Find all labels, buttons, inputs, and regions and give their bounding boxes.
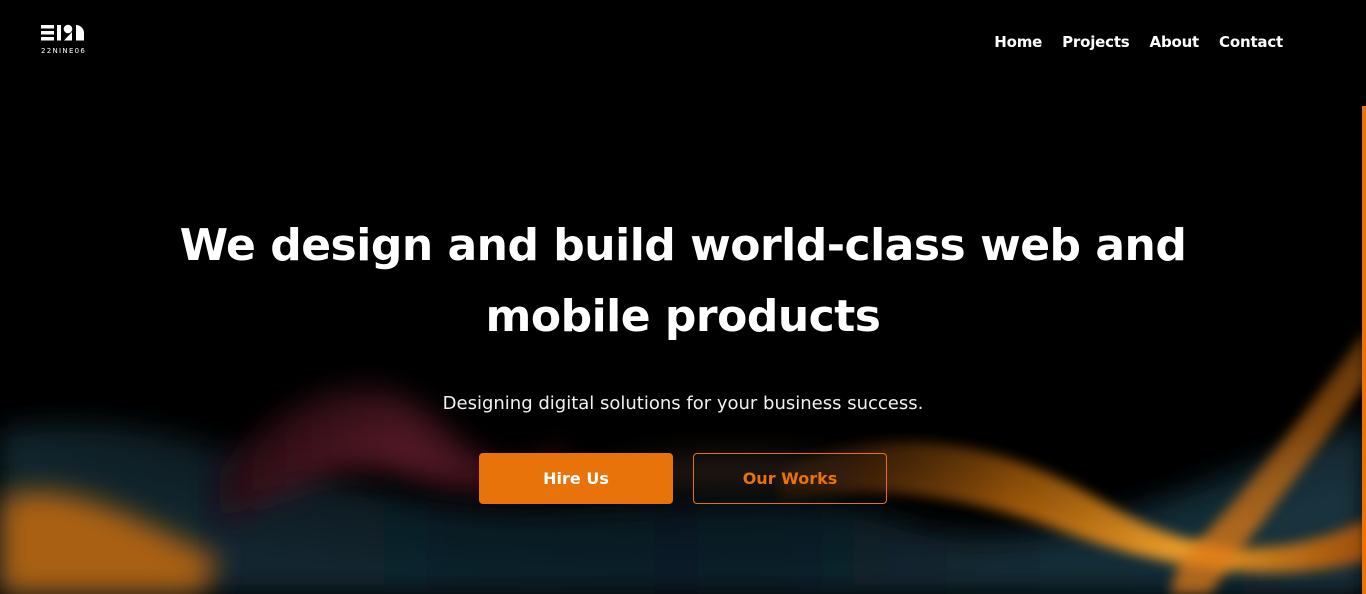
hero-headline: We design and build world-class web and m… bbox=[133, 210, 1233, 352]
hero-headline-line-1: We design and build world-class web and bbox=[179, 220, 1187, 271]
hero-section: We design and build world-class web and m… bbox=[0, 210, 1366, 504]
brand-logo[interactable]: 22NINE06 bbox=[40, 22, 92, 58]
hero-subheadline: Designing digital solutions for your bus… bbox=[442, 393, 924, 414]
nav-link-contact[interactable]: Contact bbox=[1219, 33, 1283, 51]
hire-us-button[interactable]: Hire Us bbox=[479, 453, 673, 504]
nav-link-projects[interactable]: Projects bbox=[1062, 33, 1130, 51]
logo-mark-icon bbox=[41, 24, 84, 41]
main-navigation: Home Projects About Contact bbox=[994, 33, 1283, 51]
hero-cta-row: Hire Us Our Works bbox=[0, 453, 1366, 504]
logo-wordmark: 22NINE06 bbox=[41, 47, 87, 55]
hero-headline-line-2: mobile products bbox=[485, 291, 881, 342]
nav-link-about[interactable]: About bbox=[1150, 33, 1200, 51]
nav-link-home[interactable]: Home bbox=[994, 33, 1042, 51]
our-works-button[interactable]: Our Works bbox=[693, 453, 887, 504]
